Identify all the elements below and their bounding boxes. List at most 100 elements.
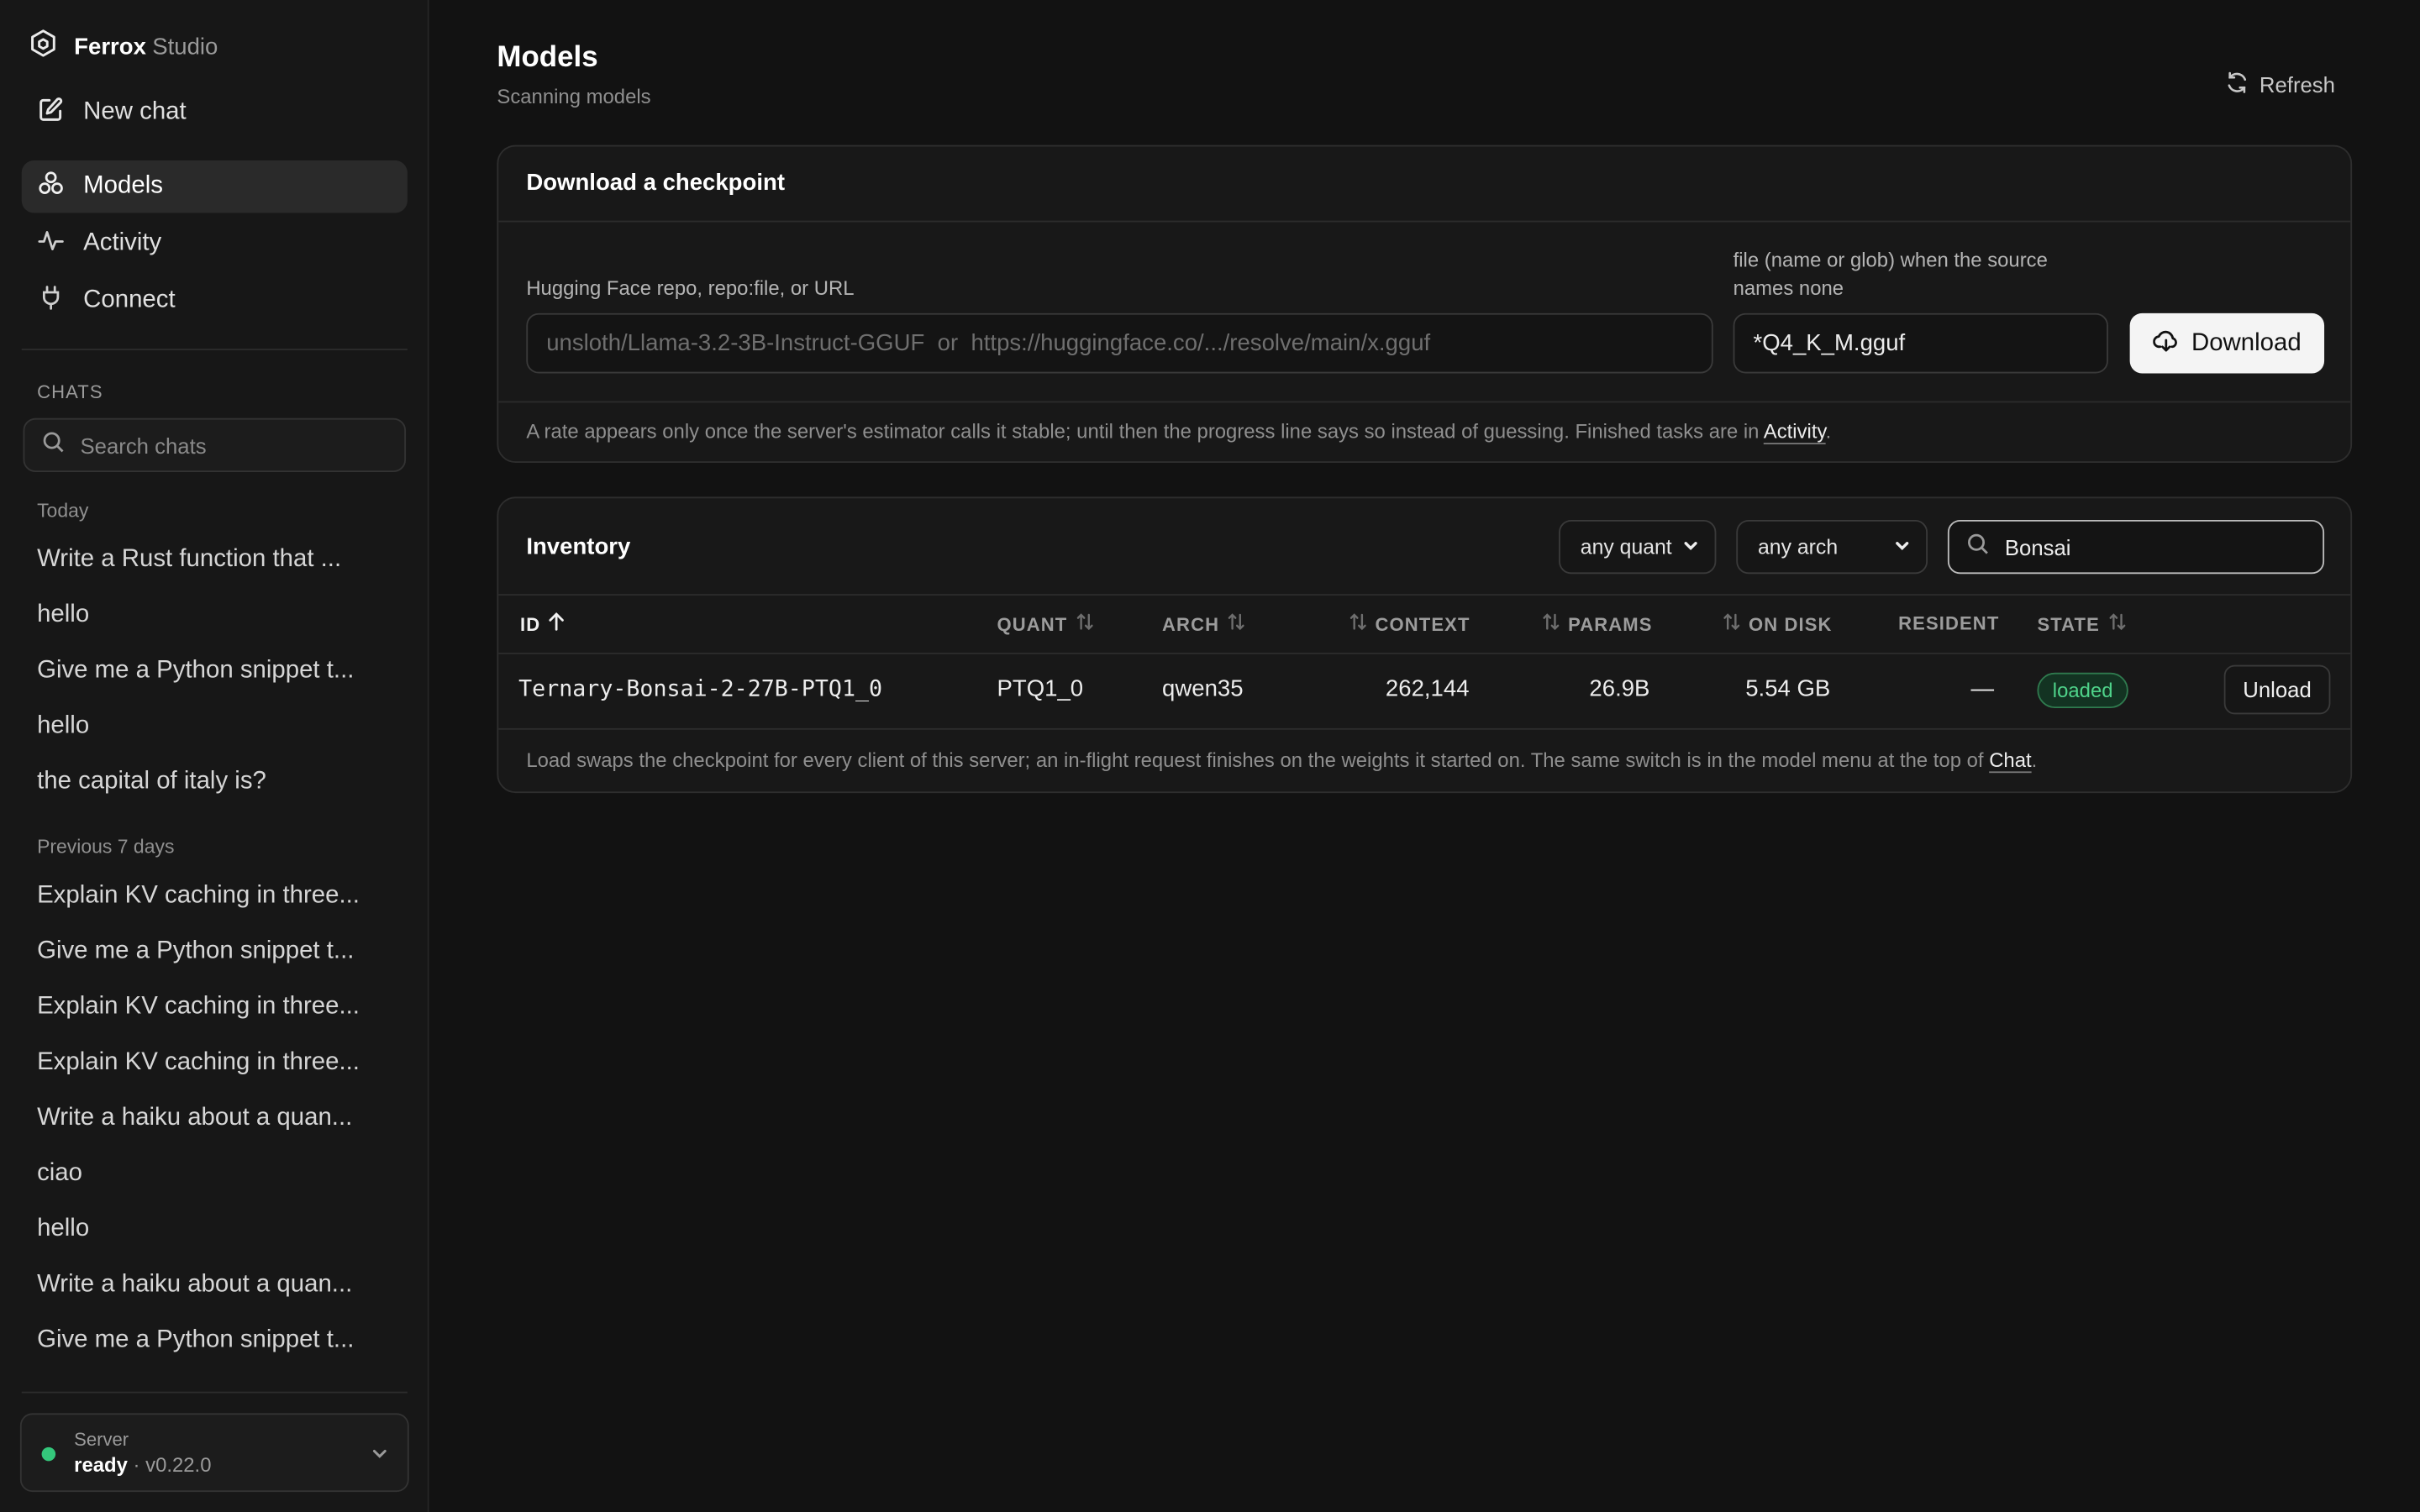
quant-filter-value: any quant [1580,535,1672,559]
chat-list-today: Write a Rust function that ... hello Giv… [37,533,392,811]
status-dot [41,1446,56,1462]
sort-icon [1076,612,1094,636]
refresh-icon [2226,71,2249,98]
status-badge: loaded [2037,672,2128,709]
server-status-card[interactable]: Server ready · v0.22.0 [19,1413,409,1493]
sort-ascending-icon [548,612,565,636]
chat-item[interactable]: Explain KV caching in three... [37,869,392,924]
download-note: A rate appears only once the server's es… [526,420,1831,444]
column-header-id[interactable]: ID [520,612,566,636]
column-header-context[interactable]: CONTEXT [1349,612,1470,636]
download-card-title: Download a checkpoint [526,170,786,197]
chat-item[interactable]: hello [37,588,392,643]
chat-item[interactable]: Write a Rust function that ... [37,533,392,588]
chat-item[interactable]: ciao [37,1147,392,1202]
column-header-state[interactable]: STATE [2037,612,2126,636]
column-label: PARAMS [1568,613,1653,635]
chat-search-input[interactable] [80,433,374,458]
chat-item[interactable]: the capital of italy is? [37,754,392,810]
column-header-quant[interactable]: QUANT [997,612,1094,636]
sidebar-item-label: Models [83,172,163,199]
cell-resident: — [1970,675,1995,702]
sidebar-item-connect[interactable]: Connect [22,275,408,327]
quant-filter-select[interactable]: any quant [1559,519,1717,575]
refresh-button[interactable]: Refresh [2226,71,2335,98]
chat-link[interactable]: Chat [1989,748,2031,772]
cell-quant: PTQ1_0 [997,675,1084,702]
cell-context: 262,144 [1385,675,1470,702]
refresh-label: Refresh [2259,72,2335,97]
chevron-down-icon [371,1442,389,1470]
column-header-arch[interactable]: ARCH [1162,612,1245,636]
inventory-card: Inventory any quant any arch ID [497,496,2353,794]
column-label: ON DISK [1748,613,1833,635]
sidebar-item-label: Connect [83,286,176,313]
column-label: RESIDENT [1898,612,2000,634]
chat-item[interactable]: Write a haiku about a quan... [37,1257,392,1313]
chat-item[interactable]: Give me a Python snippet t... [37,1313,392,1368]
sidebar-divider [21,1391,408,1394]
chat-item[interactable]: hello [37,699,392,754]
file-field-label: file (name or glob) when the source name… [1733,248,2048,300]
column-header-on-disk[interactable]: ON DISK [1723,612,1833,636]
new-chat-label: New chat [83,98,187,125]
column-header-resident: RESIDENT [1898,612,1999,634]
column-label: CONTEXT [1375,613,1470,635]
unload-button[interactable]: Unload [2223,664,2331,715]
sort-icon [1349,612,1367,636]
new-chat-button[interactable]: New chat [22,87,408,139]
chat-item[interactable]: Explain KV caching in three... [37,979,392,1035]
file-input[interactable] [1753,330,2089,357]
chat-item[interactable]: Explain KV caching in three... [37,1035,392,1090]
cloud-download-icon [2152,326,2179,360]
compose-icon [37,95,65,130]
file-field[interactable] [1733,312,2108,374]
download-button-label: Download [2191,329,2302,356]
chevron-down-icon [1894,535,1911,559]
app-root: Ferrox Studio New chat Models Activity C… [0,0,2420,1512]
cell-arch: qwen35 [1162,675,1244,702]
server-title: Server [74,1428,129,1451]
sidebar-item-label: Activity [83,229,162,256]
repo-input[interactable] [546,330,1693,357]
inventory-note-end: . [2031,748,2038,772]
chats-heading: CHATS [37,381,103,403]
activity-link[interactable]: Activity [1764,420,1826,444]
brand[interactable]: Ferrox Studio [28,28,218,65]
server-version: · v0.22.0 [133,1453,212,1477]
column-label: ID [519,613,541,635]
column-header-params[interactable]: PARAMS [1542,612,1653,636]
download-button[interactable]: Download [2129,312,2325,374]
download-card: Download a checkpoint Hugging Face repo,… [497,144,2353,464]
sort-icon [1227,612,1245,636]
chat-item[interactable]: Give me a Python snippet t... [37,643,392,699]
arch-filter-select[interactable]: any arch [1736,519,1928,575]
inventory-search[interactable] [1947,519,2325,575]
sidebar: Ferrox Studio New chat Models Activity C… [0,0,429,1512]
repo-field[interactable] [526,312,1713,374]
sidebar-item-activity[interactable]: Activity [22,218,408,270]
divider [498,652,2351,654]
chat-item[interactable]: hello [37,1202,392,1257]
chat-item[interactable]: Give me a Python snippet t... [37,924,392,979]
divider [498,727,2351,730]
ferrox-logo-icon [28,28,59,65]
server-status: ready · v0.22.0 [74,1453,211,1477]
sort-icon [2107,612,2126,636]
sidebar-item-models[interactable]: Models [21,160,408,213]
download-note-end: . [1825,419,1832,444]
sidebar-divider [21,349,408,350]
server-state: ready [74,1453,128,1477]
activity-icon [37,226,65,261]
page-title: Models [497,41,598,75]
page-subtitle: Scanning models [497,85,651,108]
divider [498,401,2351,403]
main-content: Models Scanning models Refresh Download … [429,0,2420,1512]
sort-icon [1723,612,1741,636]
chat-item[interactable]: Write a haiku about a quan... [37,1091,392,1147]
chat-search[interactable] [23,417,407,473]
arch-filter-value: any arch [1758,535,1839,559]
cell-id: Ternary-Bonsai-2-27B-PTQ1_0 [518,677,883,702]
chat-list-previous: Explain KV caching in three... Give me a… [37,869,392,1368]
inventory-search-input[interactable] [2004,534,2298,559]
